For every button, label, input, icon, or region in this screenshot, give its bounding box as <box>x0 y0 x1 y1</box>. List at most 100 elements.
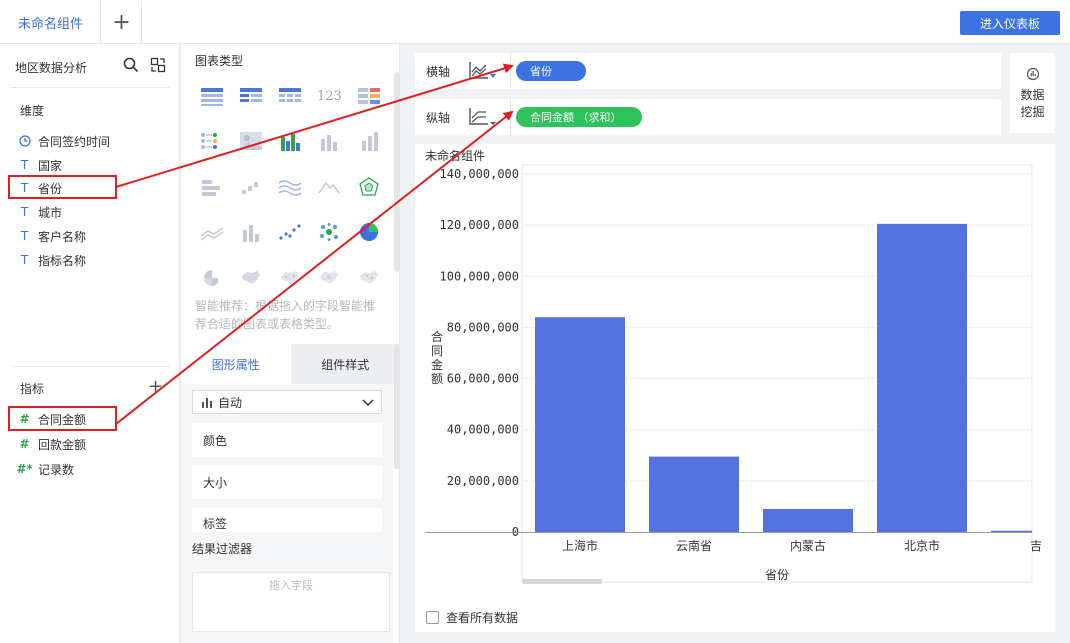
divider <box>510 99 511 135</box>
x-axis-label: 横轴 <box>426 65 451 79</box>
chart-config-panel: 图表类型 123 智能推荐：根据拖入的字段智能推荐合适的图表或表格类型。 图形属… <box>181 44 400 643</box>
flow-map-icon[interactable] <box>278 268 302 288</box>
tab-component-style[interactable]: 组件样式 <box>290 344 400 384</box>
field-label: 回款金额 <box>38 437 87 452</box>
line-chart-icon[interactable] <box>278 177 302 197</box>
y-axis-shelf: 纵轴 合同金额 （求和） <box>415 99 1001 135</box>
tab-graph-properties[interactable]: 图形属性 <box>181 344 291 384</box>
y-axis-title-char: 金 <box>431 357 443 372</box>
field-customer-name[interactable]: T 客户名称 <box>17 226 86 246</box>
search-icon[interactable] <box>123 57 139 76</box>
divider <box>10 87 170 88</box>
heat-map-icon[interactable] <box>317 268 341 288</box>
tab-unnamed-component[interactable]: 未命名组件 <box>1 1 101 43</box>
y-tick-label: 80,000,000 <box>447 320 519 334</box>
radar-chart-icon[interactable] <box>357 177 381 197</box>
y-axis-title-char: 同 <box>431 344 443 358</box>
result-filter-title: 结果过滤器 <box>192 542 253 556</box>
data-mining-button[interactable]: 数据 挖掘 <box>1010 53 1055 133</box>
field-indicator-name[interactable]: T 指标名称 <box>17 250 86 270</box>
detail-table-icon[interactable] <box>278 86 302 106</box>
number-type-icon: # <box>19 437 30 451</box>
divider <box>510 53 511 89</box>
map-icon[interactable] <box>239 268 263 288</box>
bar-chart-icon <box>202 398 212 408</box>
picture-icon[interactable] <box>239 131 263 151</box>
combo-bar-icon[interactable] <box>239 222 263 242</box>
x-tick-label: 北京市 <box>904 538 940 553</box>
field-city[interactable]: T 城市 <box>17 202 62 222</box>
number-card-icon[interactable]: 123 <box>317 89 342 109</box>
pie-chart-icon[interactable] <box>357 222 381 242</box>
text-type-icon: T <box>20 181 29 195</box>
chart-types-scrollbar[interactable] <box>394 72 400 272</box>
scatter-chart-icon[interactable] <box>278 222 302 242</box>
field-record-count[interactable]: #* 记录数 <box>16 459 75 479</box>
kpi-table-icon[interactable] <box>357 86 381 106</box>
label-property[interactable]: 标签 <box>192 508 382 534</box>
y-tick-label: 60,000,000 <box>447 372 519 386</box>
bar <box>649 456 739 532</box>
stacked-area-icon[interactable] <box>200 222 224 242</box>
x-tick-label: 上海市 <box>562 538 598 553</box>
stacked-bar-icon[interactable] <box>357 131 381 151</box>
size-property[interactable]: 大小 <box>192 465 382 499</box>
field-country[interactable]: T 国家 <box>17 155 62 175</box>
waterfall-icon[interactable] <box>239 177 263 197</box>
y-axis-icon[interactable] <box>468 106 498 128</box>
property-scrollbar[interactable] <box>394 344 400 469</box>
text-type-icon: T <box>20 158 29 172</box>
property-body: 自动 颜色 大小 标签 <box>181 384 393 534</box>
field-label: 指标名称 <box>38 253 87 268</box>
property-tabs: 图形属性 组件样式 <box>181 344 400 384</box>
field-label: 记录数 <box>38 462 75 477</box>
field-contract-sign-time[interactable]: 合同签约时间 <box>17 131 110 151</box>
x-tick-label: 内蒙古 <box>790 538 826 553</box>
chart-card: 未命名组件 020,000,00040,000,00060,000,00080,… <box>415 144 1055 632</box>
y-tick-label: 40,000,000 <box>447 423 519 437</box>
bar <box>877 223 967 532</box>
grouped-bar-icon[interactable] <box>278 131 302 151</box>
table-icon[interactable] <box>200 86 224 106</box>
filter-drop-zone[interactable]: 拖入字段 <box>192 572 390 632</box>
kpi-card-icon[interactable] <box>200 131 224 151</box>
bar-chart: 020,000,00040,000,00060,000,00080,000,00… <box>425 164 1042 584</box>
enter-dashboard-button[interactable]: 进入仪表板 <box>960 11 1060 35</box>
cross-table-icon[interactable] <box>239 86 263 106</box>
y-tick-label: 140,000,000 <box>440 167 519 181</box>
bar-chart-icon[interactable] <box>317 131 341 151</box>
y-tick-label: 100,000,000 <box>440 269 519 283</box>
chart-type-select[interactable]: 自动 <box>192 390 382 414</box>
area-chart-icon[interactable] <box>317 177 341 197</box>
add-tab-plus-icon[interactable]: + <box>102 1 142 43</box>
field-panel: 地区数据分析 维度 合同签约时间 T 国家 T 省份 T 城市 T 客户名称 T… <box>0 44 180 643</box>
y-axis-title-char: 额 <box>431 372 443 386</box>
field-province[interactable]: T 省份 <box>17 178 62 198</box>
field-label: 合同签约时间 <box>38 134 111 149</box>
field-contract-amount[interactable]: # 合同金额 <box>17 409 86 429</box>
field-payment-amount[interactable]: # 回款金额 <box>17 434 86 454</box>
point-map-icon[interactable] <box>357 268 381 288</box>
horizontal-bar-icon[interactable] <box>200 177 224 197</box>
bar <box>763 508 853 532</box>
rose-chart-icon[interactable] <box>200 268 224 288</box>
number-type-icon: # <box>19 412 30 426</box>
field-label: 省份 <box>38 181 63 196</box>
switch-dataset-icon[interactable] <box>150 57 166 76</box>
chevron-down-icon <box>362 399 374 407</box>
x-axis-field-pill[interactable]: 省份 <box>516 61 586 81</box>
show-all-data-toggle[interactable]: 查看所有数据 <box>426 609 518 626</box>
select-value: 自动 <box>218 395 243 410</box>
color-property[interactable]: 颜色 <box>192 423 382 457</box>
record-count-icon: #* <box>16 462 33 476</box>
field-label: 合同金额 <box>38 412 87 427</box>
add-metric-plus-icon[interactable]: + <box>148 376 163 397</box>
field-label: 客户名称 <box>38 229 87 244</box>
smart-recommend-tip: 智能推荐：根据拖入的字段智能推荐合适的图表或表格类型。 <box>195 299 376 331</box>
y-axis-title-char: 合 <box>431 329 443 344</box>
bubble-chart-icon[interactable] <box>317 222 341 242</box>
y-tick-label: 120,000,000 <box>440 218 519 232</box>
show-all-checkbox[interactable] <box>426 611 439 624</box>
x-axis-icon[interactable] <box>468 60 498 82</box>
y-axis-field-pill[interactable]: 合同金额 （求和） <box>516 107 642 127</box>
